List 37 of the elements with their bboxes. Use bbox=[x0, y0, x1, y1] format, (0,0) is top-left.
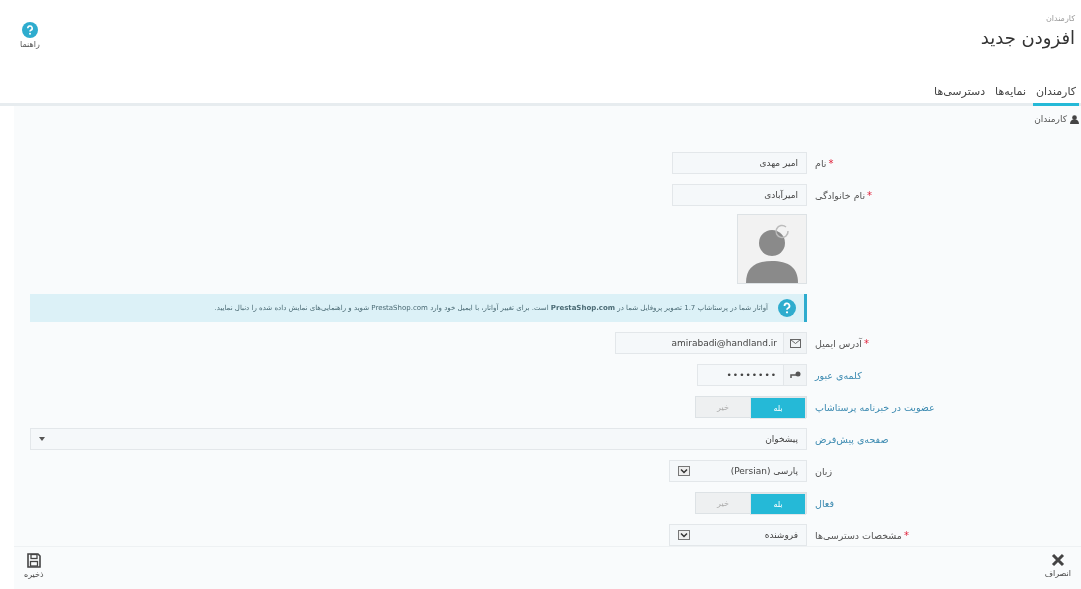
field-label: فعال bbox=[815, 497, 834, 509]
required-mark: * bbox=[863, 337, 869, 349]
email-input[interactable]: amirabadi@handland.ir bbox=[615, 332, 807, 354]
field-label: صفحه‌ی پیش‌فرض bbox=[815, 433, 889, 445]
field-label: آدرس ایمیل bbox=[815, 337, 862, 349]
select-field[interactable]: پیشخوان bbox=[30, 428, 807, 450]
required-mark: * bbox=[828, 157, 834, 169]
key-icon bbox=[789, 371, 801, 379]
password-input[interactable]: •••••••• bbox=[697, 364, 807, 386]
help-icon bbox=[21, 22, 38, 38]
text-input[interactable]: امیر مهدی bbox=[672, 152, 807, 174]
text-input[interactable]: امیرآبادی bbox=[672, 184, 807, 206]
caret-icon bbox=[39, 437, 45, 441]
save-button[interactable]: ذخیره bbox=[14, 547, 54, 585]
field-label: نام خانوادگی bbox=[815, 189, 866, 201]
select-field[interactable]: پارسی (Persian) bbox=[669, 460, 807, 482]
help-icon bbox=[778, 299, 796, 317]
avatar-placeholder[interactable] bbox=[737, 214, 807, 284]
tab[interactable]: نمایه‌ها bbox=[992, 85, 1029, 106]
select-field[interactable]: فروشنده bbox=[669, 524, 807, 546]
user-icon bbox=[1070, 114, 1079, 124]
close-icon bbox=[1050, 553, 1065, 567]
field-label: کلمه‌ی عبور bbox=[815, 369, 862, 381]
required-mark: * bbox=[903, 529, 909, 541]
envelope-icon bbox=[789, 338, 801, 348]
tab[interactable]: دسترسی‌ها bbox=[931, 85, 989, 106]
field-label: عضویت در خبرنامه پرستاشاپ bbox=[815, 401, 935, 413]
field-label: نام bbox=[815, 157, 827, 169]
panel-title: کارمندان bbox=[1034, 114, 1067, 124]
chevron-down-icon bbox=[678, 466, 690, 476]
required-mark: * bbox=[867, 189, 873, 201]
cancel-button[interactable]: انصراف bbox=[1034, 547, 1081, 585]
field-label: مشخصات دسترسی‌ها bbox=[815, 529, 902, 541]
field-label: زبان bbox=[815, 465, 833, 477]
page-title: افزودن جدید bbox=[980, 27, 1075, 48]
chevron-down-icon bbox=[678, 530, 690, 540]
help-button[interactable]: راهنما bbox=[14, 14, 46, 57]
